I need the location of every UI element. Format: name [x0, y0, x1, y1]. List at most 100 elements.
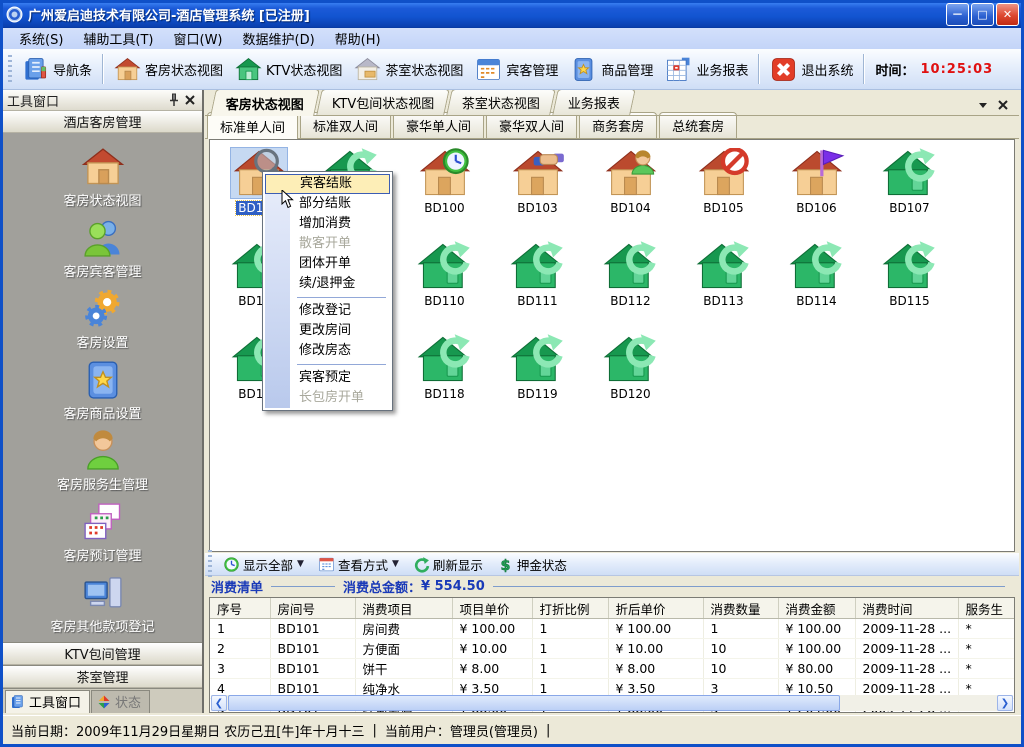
status-bar: 当前日期：2009年11月29日星期日 农历己丑[牛]年十月十三 | 当前用户：… — [3, 715, 1021, 744]
toolbar-grip[interactable] — [8, 55, 12, 83]
document-tab-0[interactable]: 客房状态视图 — [210, 89, 320, 116]
context-menu-item-8[interactable]: 更改房间 — [265, 321, 390, 341]
sidebar-item-0[interactable]: 客房状态视图 — [3, 141, 202, 212]
column-header-8[interactable]: 消费时间 — [855, 598, 958, 619]
scroll-right-icon[interactable]: ❯ — [997, 695, 1013, 711]
room-BD111[interactable]: BD111 — [491, 241, 584, 334]
room-BD110[interactable]: BD110 — [398, 241, 491, 334]
table-cell: ¥ 100.00 — [608, 619, 703, 639]
menubar-item-1[interactable]: 辅助工具(T) — [73, 27, 163, 50]
room-BD106[interactable]: BD106 — [770, 148, 863, 241]
room-type-tab-0[interactable]: 标准单人间 — [207, 112, 298, 139]
room-BD114[interactable]: BD114 — [770, 241, 863, 334]
time-label: 时间： — [875, 60, 914, 79]
toolbar-button-label: 茶室状态视图 — [385, 60, 463, 79]
room-context-menu: 宾客结账部分结账增加消费散客开单团体开单续/退押金修改登记更改房间修改房态宾客预… — [262, 171, 393, 411]
sidebar-item-3[interactable]: 客房商品设置 — [3, 354, 202, 425]
column-header-2[interactable]: 消费项目 — [355, 598, 452, 619]
context-menu-item-11[interactable]: 宾客预定 — [265, 368, 390, 388]
action-button-2[interactable]: 刷新显示 — [406, 553, 490, 576]
sidebar-item-6[interactable]: 客房其他款项登记 — [3, 567, 202, 638]
column-header-7[interactable]: 消费金额 — [778, 598, 855, 619]
toolbar-button-5[interactable]: 商品管理 — [564, 52, 659, 87]
room-label: BD112 — [608, 294, 652, 308]
sidebar-tab-0[interactable]: 工具窗口 — [5, 690, 90, 713]
column-header-5[interactable]: 折后单价 — [608, 598, 703, 619]
room-BD107[interactable]: BD107 — [863, 148, 956, 241]
window-title: 广州爱启迪技术有限公司-酒店管理系统 [已注册] — [28, 5, 310, 24]
action-button-1[interactable]: 查看方式▼ — [311, 553, 406, 576]
context-menu-item-9[interactable]: 修改房态 — [265, 341, 390, 361]
room-label: BD115 — [887, 294, 931, 308]
column-header-1[interactable]: 房间号 — [270, 598, 355, 619]
room-BD119[interactable]: BD119 — [491, 334, 584, 427]
table-row-2[interactable]: 3BD101饼干¥ 8.001¥ 8.0010¥ 80.002009-11-28… — [210, 659, 1015, 679]
toolbar-button-7[interactable]: 退出系统 — [764, 52, 859, 87]
minimize-button[interactable]: － — [946, 3, 969, 26]
menubar-item-0[interactable]: 系统(S) — [9, 27, 73, 50]
table-row-1[interactable]: 2BD101方便面¥ 10.001¥ 10.0010¥ 100.002009-1… — [210, 639, 1015, 659]
context-menu-item-4[interactable]: 团体开单 — [265, 254, 390, 274]
room-BD103[interactable]: BD103 — [491, 148, 584, 241]
guest-calendar-icon — [475, 56, 502, 83]
sidebar-group-1[interactable]: 茶室管理 — [3, 665, 202, 688]
menubar-item-3[interactable]: 数据维护(D) — [233, 27, 325, 50]
app-logo-icon — [6, 6, 23, 23]
room-BD100[interactable]: BD100 — [398, 148, 491, 241]
column-header-0[interactable]: 序号 — [210, 598, 270, 619]
room-BD105[interactable]: BD105 — [677, 148, 770, 241]
close-button[interactable]: ✕ — [996, 3, 1019, 26]
room-BD118[interactable]: BD118 — [398, 334, 491, 427]
toolbar-button-2[interactable]: KTV状态视图 — [229, 52, 348, 87]
context-menu-item-7[interactable]: 修改登记 — [265, 301, 390, 321]
column-header-4[interactable]: 打折比例 — [532, 598, 608, 619]
room-BD113[interactable]: BD113 — [677, 241, 770, 334]
toolbar-button-1[interactable]: 客房状态视图 — [108, 52, 229, 87]
document-tab-3[interactable]: 业务报表 — [553, 89, 637, 115]
room-BD115[interactable]: BD115 — [863, 241, 956, 334]
menubar-item-2[interactable]: 窗口(W) — [164, 27, 233, 50]
context-menu-item-5[interactable]: 续/退押金 — [265, 274, 390, 294]
sidebar-item-label: 客房预订管理 — [63, 545, 141, 564]
room-label: BD105 — [701, 201, 745, 215]
column-header-3[interactable]: 项目单价 — [452, 598, 532, 619]
context-menu-item-12[interactable]: 长包房开单 — [265, 388, 390, 408]
sidebar-item-2[interactable]: 客房设置 — [3, 283, 202, 354]
room-BD112[interactable]: BD112 — [584, 241, 677, 334]
context-menu-item-2[interactable]: 增加消费 — [265, 214, 390, 234]
status-separator: | — [372, 723, 376, 738]
toolbar-button-0[interactable]: 导航条 — [16, 52, 98, 87]
action-button-0[interactable]: 显示全部▼ — [216, 553, 311, 576]
tab-scroll-down-icon[interactable] — [977, 99, 989, 111]
column-header-9[interactable]: 服务生 — [958, 598, 1015, 619]
actionbar-grip[interactable] — [208, 550, 212, 578]
tab-close-icon[interactable] — [997, 99, 1009, 111]
consumption-list-label: 消费清单 — [211, 577, 263, 596]
toolbar-button-3[interactable]: 茶室状态视图 — [348, 52, 469, 87]
table-row-0[interactable]: 1BD101房间费¥ 100.001¥ 100.001¥ 100.002009-… — [210, 619, 1015, 639]
room-BD104[interactable]: BD104 — [584, 148, 677, 241]
action-button-3[interactable]: $押金状态 — [490, 553, 574, 576]
sidebar-close-icon[interactable] — [182, 92, 198, 108]
column-header-6[interactable]: 消费数量 — [703, 598, 778, 619]
pin-icon[interactable] — [166, 92, 182, 108]
toolwin-book-icon — [10, 694, 26, 710]
maximize-button[interactable]: □ — [971, 3, 994, 26]
toolbar-button-6[interactable]: 业务报表 — [659, 52, 754, 87]
sidebar-item-4[interactable]: 客房服务生管理 — [3, 425, 202, 496]
scrollbar-thumb[interactable] — [228, 695, 840, 711]
menubar-item-4[interactable]: 帮助(H) — [325, 27, 391, 50]
horizontal-scrollbar[interactable]: ❮ ❯ — [211, 695, 1013, 711]
sidebar-tab-1[interactable]: 状态 — [91, 690, 150, 713]
toolbar-button-4[interactable]: 宾客管理 — [469, 52, 564, 87]
sidebar-item-5[interactable]: 客房预订管理 — [3, 496, 202, 567]
document-tab-1[interactable]: KTV包间状态视图 — [316, 89, 450, 115]
scroll-left-icon[interactable]: ❮ — [211, 695, 227, 711]
sidebar-group-hotel-rooms[interactable]: 酒店客房管理 — [3, 111, 202, 133]
sidebar-group-0[interactable]: KTV包间管理 — [3, 642, 202, 665]
sidebar-item-1[interactable]: 客房宾客管理 — [3, 212, 202, 283]
document-tab-2[interactable]: 茶室状态视图 — [447, 89, 557, 115]
sidebar-bottom-tabs: 工具窗口状态 — [3, 688, 202, 713]
context-menu-item-3[interactable]: 散客开单 — [265, 234, 390, 254]
room-BD120[interactable]: BD120 — [584, 334, 677, 427]
